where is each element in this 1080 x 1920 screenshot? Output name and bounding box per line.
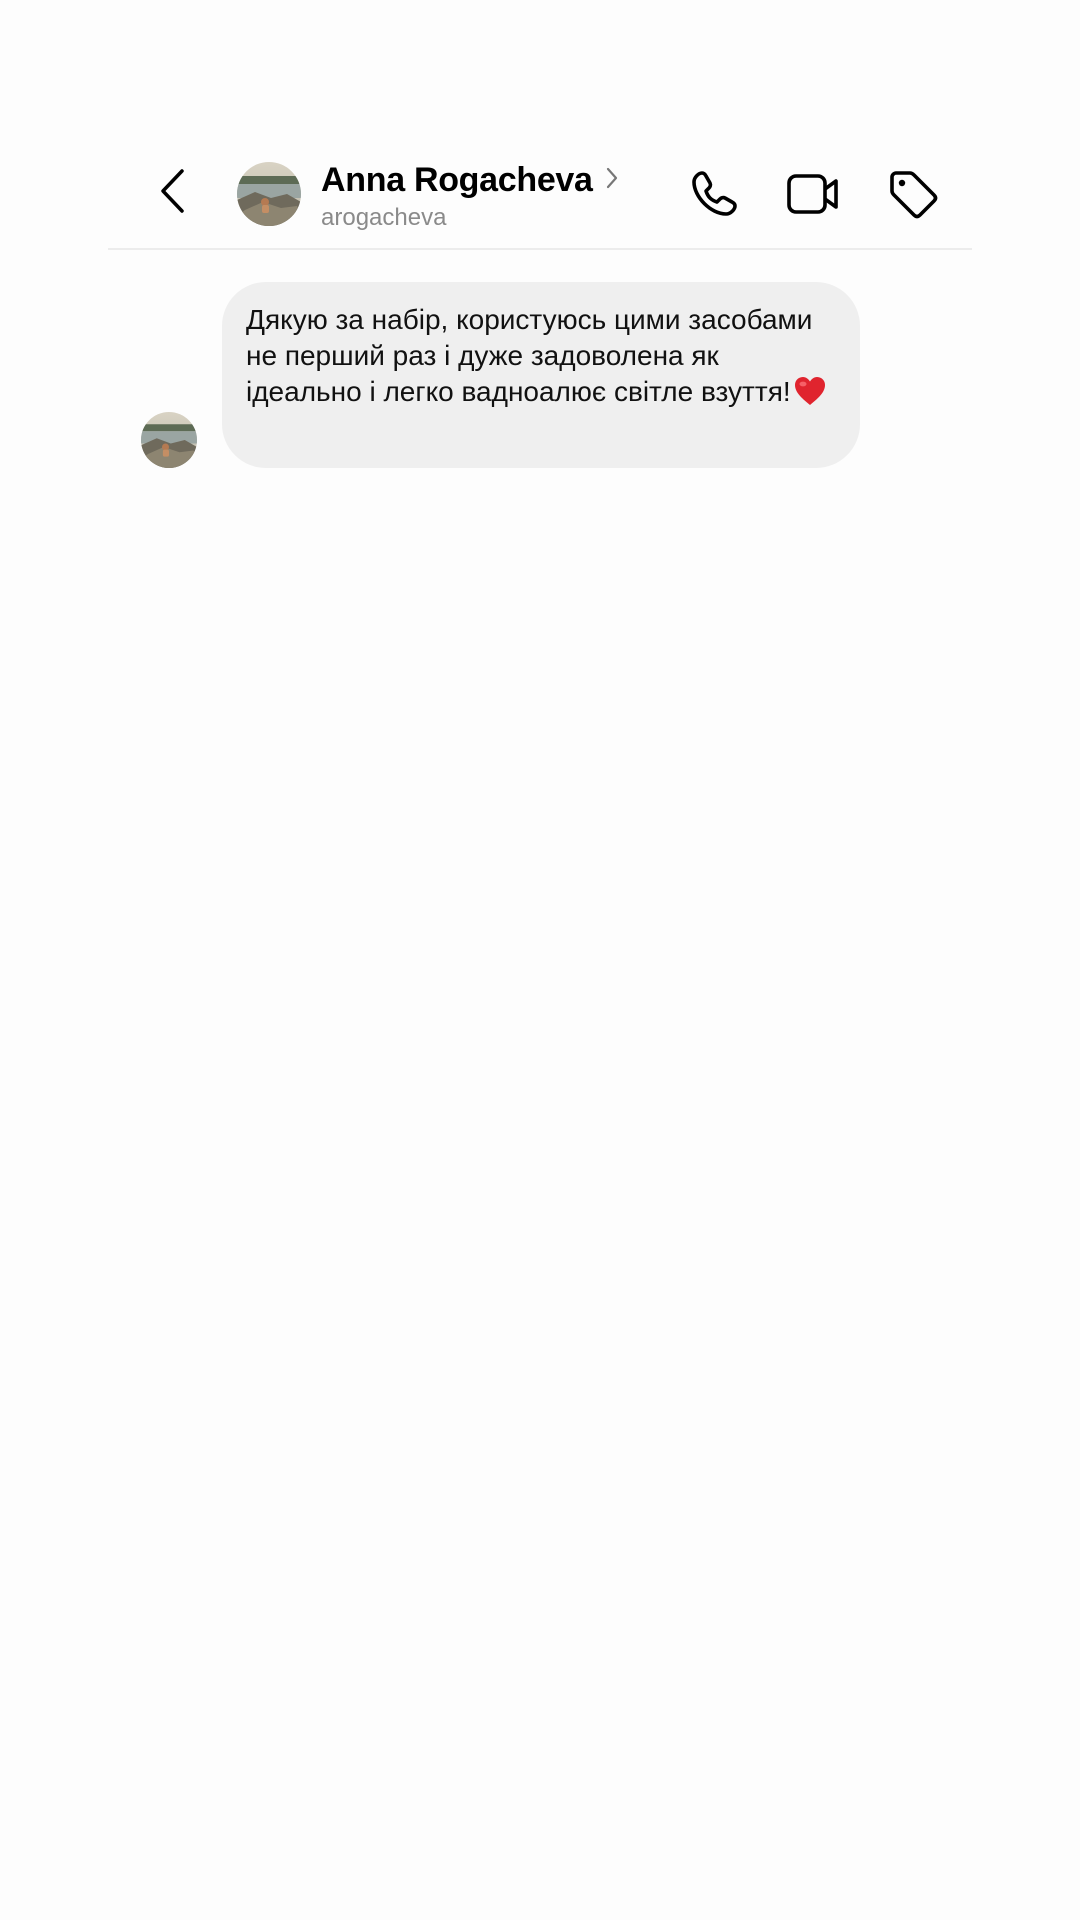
contact-name: Anna Rogacheva — [321, 160, 593, 199]
back-button[interactable] — [148, 168, 198, 218]
tag-button[interactable] — [885, 168, 941, 224]
phone-icon — [689, 169, 739, 224]
avatar-photo — [237, 162, 301, 226]
tag-icon — [888, 169, 938, 224]
chat-screen: Anna Rogacheva arogacheva Дякую за набір… — [0, 0, 1080, 1920]
chevron-left-icon — [158, 168, 188, 219]
incoming-message: Дякую за набір, користуюсь цими засобами… — [141, 282, 861, 470]
message-bubble[interactable]: Дякую за набір, користуюсь цими засобами… — [222, 282, 860, 468]
chat-header: Anna Rogacheva arogacheva — [108, 150, 972, 250]
message-text: Дякую за набір, користуюсь цими засобами… — [246, 304, 813, 407]
contact-avatar[interactable] — [237, 162, 301, 226]
audio-call-button[interactable] — [686, 168, 742, 224]
contact-username: arogacheva — [321, 204, 447, 231]
contact-name-row: Anna Rogacheva — [321, 158, 641, 202]
video-camera-icon — [786, 172, 840, 221]
avatar-photo — [141, 412, 197, 468]
chevron-right-icon — [605, 166, 619, 195]
heart-emoji — [793, 375, 827, 416]
sender-avatar[interactable] — [141, 412, 197, 468]
contact-profile-link[interactable]: Anna Rogacheva arogacheva — [321, 158, 641, 238]
video-call-button[interactable] — [785, 168, 841, 224]
